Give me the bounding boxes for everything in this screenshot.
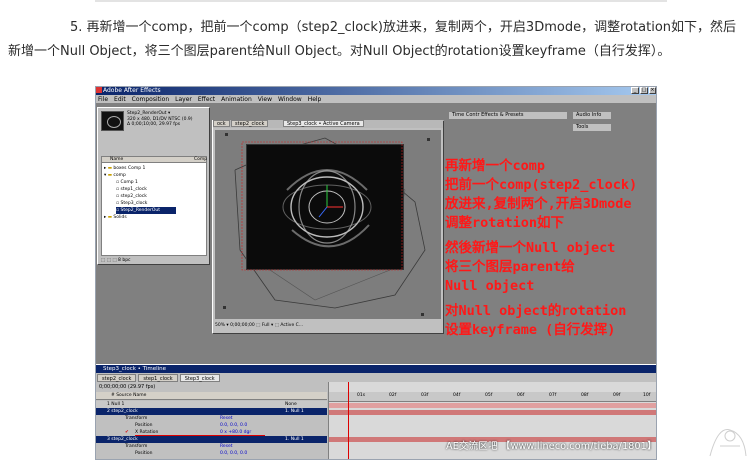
comp-tabs: ock step2_clock Step3_clock • Active Cam… <box>213 120 443 128</box>
menu-effect[interactable]: Effect <box>198 95 215 103</box>
watermark: AE交流区吧 【www.lineco.com/tieba/1801】 <box>446 441 657 452</box>
property-group[interactable]: Transform Reset <box>95 443 327 450</box>
annotation-line: 放进来,复制两个,开启3Dmode <box>445 196 632 212</box>
menu-help[interactable]: Help <box>308 95 322 103</box>
annotation-line: 设置keyframe (自行发挥) <box>445 322 616 338</box>
top-divider <box>95 0 667 2</box>
property-group[interactable]: Transform Reset <box>95 415 327 422</box>
comp-viewer[interactable] <box>215 130 441 319</box>
project-list: Name Comp ▸ ▬ boxes Comp 1 ▾ ▬ comp ▫ Co… <box>101 156 207 256</box>
intro-text: 5. 再新增一个comp，把前一个comp（step2_clock)放进来，复制… <box>8 20 737 59</box>
close-button[interactable]: × <box>649 87 656 94</box>
timeline-tabs: step2_clock step1_clock Step3_clock <box>95 374 657 382</box>
tab-step1-clock[interactable]: step1_clock <box>138 374 178 382</box>
project-footer: ⬚ ⬚ ⬚ 8 bpc <box>101 258 131 263</box>
annotation-line: 调整rotation如下 <box>445 215 565 231</box>
minimize-button[interactable]: _ <box>631 87 639 94</box>
app-title: Adobe After Effects <box>103 87 161 94</box>
annotation-line: Null object <box>445 278 535 294</box>
timeline-title: Step3_clock • Timeline <box>95 365 657 373</box>
annotation-underline <box>135 435 265 436</box>
time-controls-tab[interactable]: Time Contr Effects & Presets <box>448 111 568 120</box>
layer-list-header: # Source Name <box>95 392 327 400</box>
current-time[interactable]: 0;00;00;00 (29.97 fps) <box>99 383 155 391</box>
tab-step2-clock[interactable]: step2_clock <box>231 120 269 127</box>
camera-frame <box>223 133 430 316</box>
menu-view[interactable]: View <box>258 95 272 103</box>
ae-screenshot: Adobe After Effects _ □ × File Edit Comp… <box>95 86 657 460</box>
comp-footer-controls[interactable]: 50% ▾ 0;00;00;00 ⬚ Full ▾ ⬚ Active C... <box>215 322 441 330</box>
list-item[interactable]: ▸ ▬ boxes Comp 1 <box>104 165 145 172</box>
list-item[interactable]: ▫ Step3_clock <box>116 200 147 207</box>
app-icon <box>96 87 102 93</box>
annotation-line: 然後新增一个Null object <box>445 240 616 256</box>
comp-thumbnail <box>101 111 124 131</box>
keyframe-check-icon: ✔ <box>125 430 129 435</box>
list-item-selected[interactable]: ▫ Step2_RenderOut <box>116 207 176 214</box>
item-duration: Δ 0;00;10;00, 29.97 fps <box>127 122 181 127</box>
menu-file[interactable]: File <box>98 95 108 103</box>
annotation-line: 对Null object的rotation <box>445 303 627 319</box>
tab-step3-clock[interactable]: Step3_clock • Active Camera <box>283 120 364 127</box>
playhead[interactable] <box>348 382 349 460</box>
project-list-header: Name Comp <box>102 157 207 163</box>
col-type[interactable]: Comp <box>194 157 207 163</box>
list-item[interactable]: ▸ ▬ Solids <box>104 214 127 221</box>
annotation-overlay: 再新增一个comp 把前一个comp(step2_clock) 放进来,复制两个… <box>445 157 655 340</box>
project-info: Step2_RenderOut ▾ 320 x 480, D1/DV NTSC … <box>127 111 207 128</box>
list-item[interactable]: ▫ step1_clock <box>116 186 147 193</box>
layer-row-selected[interactable]: 2 step2_clock 1. Null 1 <box>95 408 327 415</box>
tools-tab[interactable]: Tools <box>572 123 612 132</box>
annotation-line: 把前一个comp(step2_clock) <box>445 177 638 193</box>
menu-edit[interactable]: Edit <box>114 95 126 103</box>
annotation-line: 将三个图层parent给 <box>445 259 575 275</box>
property-row[interactable]: Position 0.0, 0.0, 0.0 <box>95 422 327 429</box>
menu-animation[interactable]: Animation <box>221 95 252 103</box>
menu-bar: File Edit Composition Layer Effect Anima… <box>95 95 657 104</box>
menu-window[interactable]: Window <box>278 95 302 103</box>
mascot-sketch-icon <box>709 429 747 457</box>
tab-comp-prev[interactable]: ock <box>213 120 230 127</box>
property-row[interactable]: Position 0.0, 0.0, 0.0 <box>95 450 327 457</box>
audio-info-tab[interactable]: Audio Info <box>572 111 612 120</box>
maximize-button[interactable]: □ <box>640 87 648 94</box>
col-name[interactable]: Name <box>110 157 123 162</box>
menu-composition[interactable]: Composition <box>132 95 169 103</box>
tab-step2-clock[interactable]: step2_clock <box>97 374 137 382</box>
menu-layer[interactable]: Layer <box>175 95 192 103</box>
intro-paragraph: 5. 再新增一个comp，把前一个comp（step2_clock)放进来，复制… <box>8 16 744 64</box>
right-panels: Time Contr Effects & Presets Audio Info … <box>448 111 653 151</box>
app-titlebar: Adobe After Effects _ □ × <box>95 86 657 95</box>
layer-bar[interactable] <box>329 410 657 415</box>
list-item[interactable]: ▾ ▬ comp <box>104 172 126 179</box>
project-panel: Step2_RenderOut ▾ 320 x 480, D1/DV NTSC … <box>97 107 210 265</box>
tab-step3-clock[interactable]: Step3_clock <box>179 374 220 382</box>
layer-row[interactable]: 1 Null 1 None <box>95 401 327 408</box>
layer-bar[interactable] <box>329 403 657 408</box>
composition-panel: ock step2_clock Step3_clock • Active Cam… <box>212 120 444 334</box>
annotation-line: 再新增一个comp <box>445 158 546 174</box>
list-item[interactable]: ▫ step2_clock <box>116 193 147 200</box>
layer-row-selected[interactable]: 3 step2_clock 1. Null 1 <box>95 436 327 443</box>
time-ruler[interactable]: 01s 02f 03f 04f 05f 06f 07f 08f 09f 10f <box>329 392 657 402</box>
list-item[interactable]: ▫ Comp 1 <box>116 179 138 186</box>
